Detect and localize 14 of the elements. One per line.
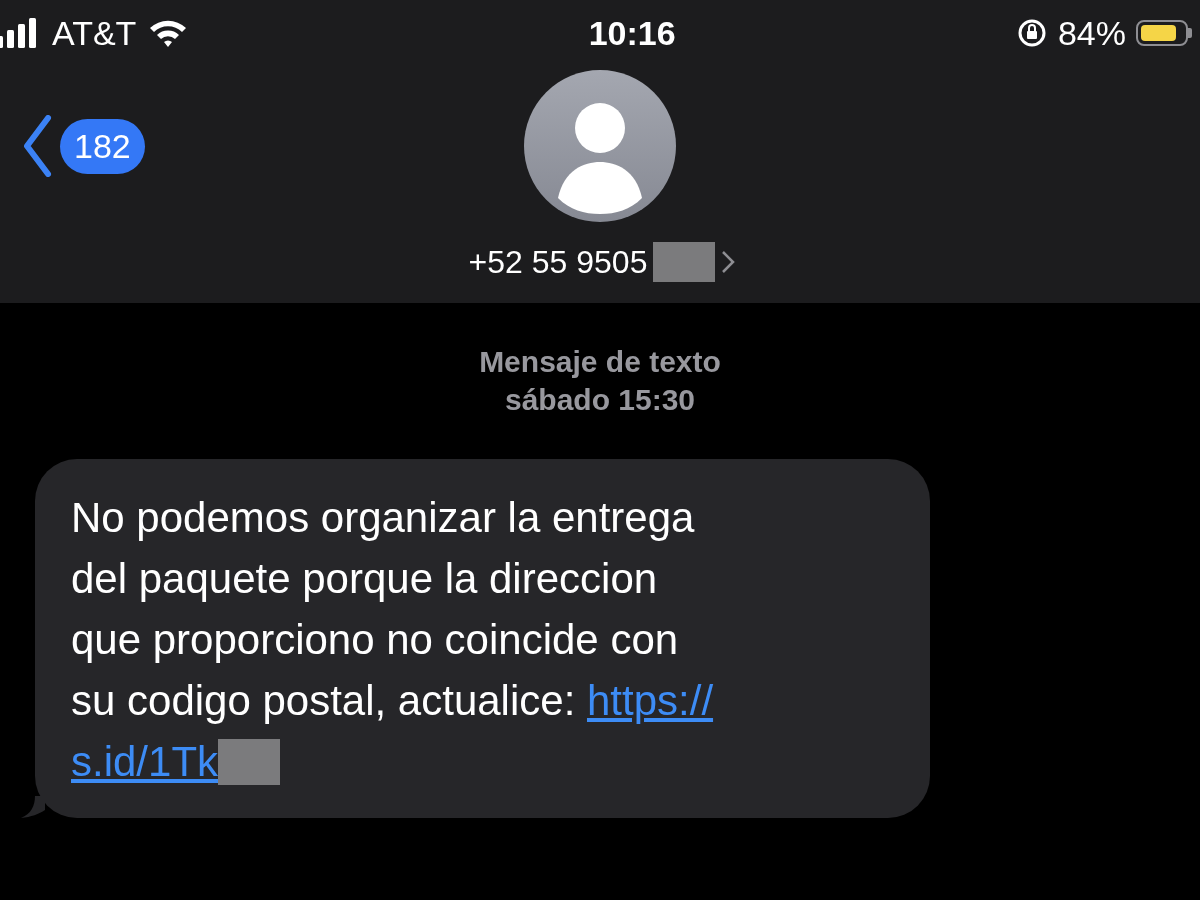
carrier-name: AT&T — [52, 13, 137, 53]
battery-percent: 84% — [1057, 13, 1126, 53]
clock-time: 10:16 — [588, 13, 676, 53]
message-link[interactable]: s.id/1Tk — [71, 731, 219, 792]
contact-number[interactable]: +52 55 9505 — [468, 243, 648, 281]
wifi-icon — [148, 18, 189, 48]
service-label: Mensaje de texto — [479, 345, 721, 379]
chevron-right-icon[interactable] — [721, 250, 736, 274]
message-link[interactable]: https:// — [587, 677, 714, 724]
battery-icon — [1136, 20, 1192, 46]
back-chevron-icon[interactable] — [22, 115, 52, 177]
avatar-icon[interactable] — [524, 70, 676, 222]
unread-count[interactable]: 182 — [60, 118, 145, 174]
message-timestamp: sábado 15:30 — [504, 383, 696, 417]
